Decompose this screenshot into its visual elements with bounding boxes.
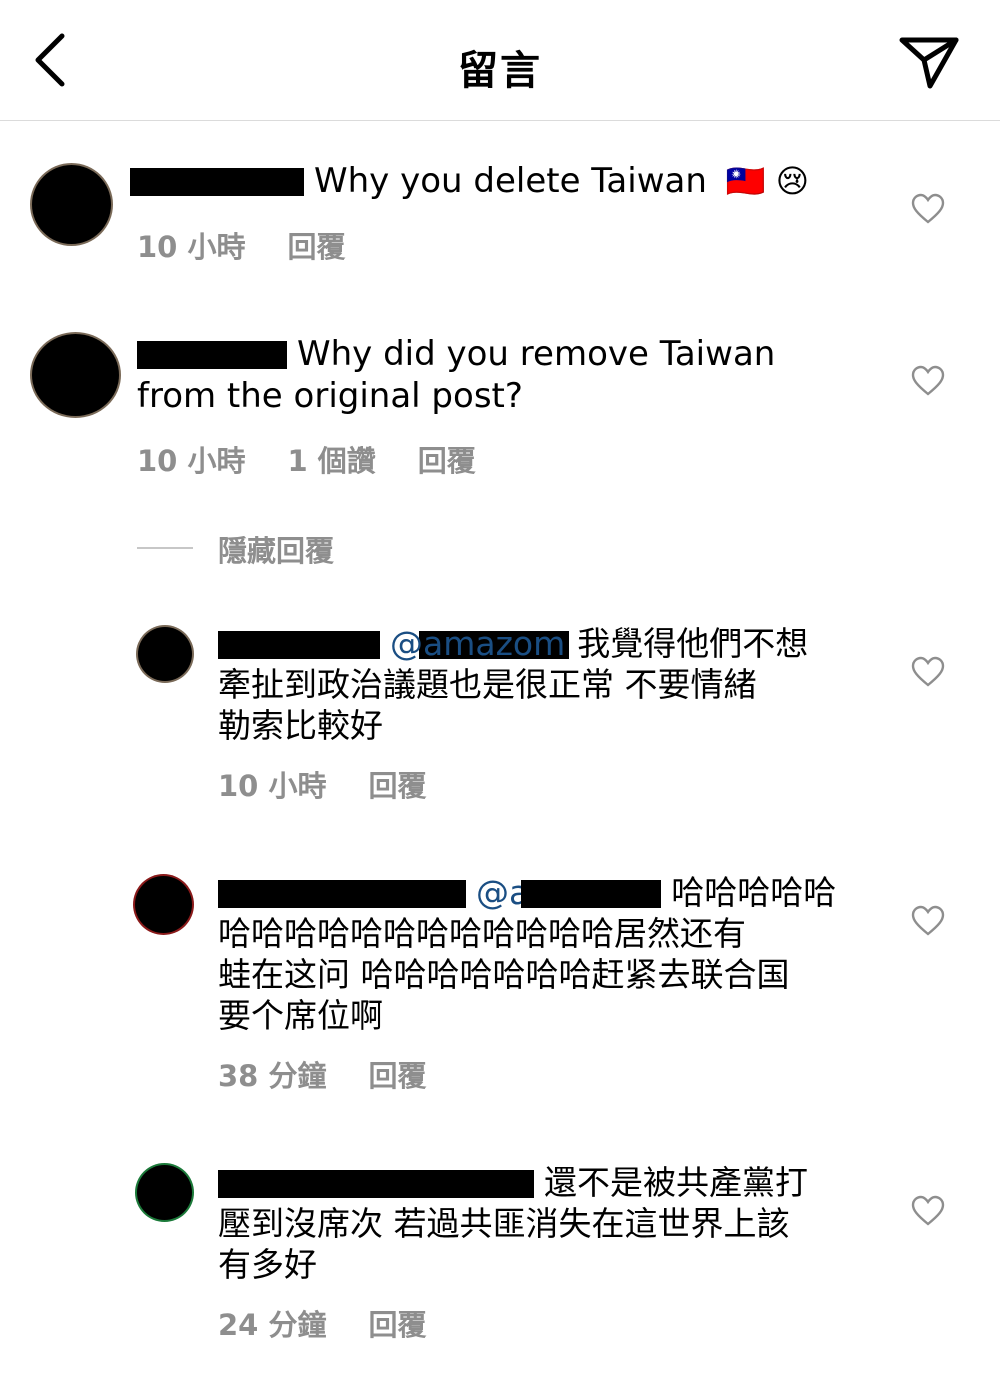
- reply-text: @a 哈哈哈哈哈 哈哈哈哈哈哈哈哈哈哈哈哈居然还有 蛙在这问 哈哈哈哈哈哈哈赶紧去…: [218, 873, 837, 1035]
- reply-meta: 38 分鐘 回覆: [218, 1053, 468, 1095]
- avatar[interactable]: [137, 1165, 192, 1220]
- reply-button[interactable]: 回覆: [368, 1059, 426, 1093]
- flag-and-crying-emoji: 🇹🇼 😢: [725, 162, 810, 200]
- comment-time: 10 小時: [137, 444, 246, 478]
- avatar[interactable]: [135, 876, 192, 933]
- redacted-username: [130, 168, 304, 196]
- reply-button[interactable]: 回覆: [418, 444, 476, 478]
- heart-icon[interactable]: [911, 905, 945, 937]
- reply-time: 38 分鐘: [218, 1059, 327, 1093]
- reply-meta: 24 分鐘 回覆: [218, 1302, 468, 1344]
- comment-text: Why did you remove Taiwan from the origi…: [137, 334, 776, 416]
- avatar[interactable]: [32, 334, 119, 416]
- comment-text: Why you delete Taiwan 🇹🇼 😢: [130, 160, 890, 202]
- share-button[interactable]: [898, 34, 960, 92]
- comment-meta: 10 小時 回覆: [137, 224, 387, 266]
- redacted-username: [137, 341, 287, 369]
- heart-icon[interactable]: [911, 656, 945, 688]
- heart-icon[interactable]: [911, 365, 945, 397]
- heart-icon[interactable]: [911, 193, 945, 225]
- avatar[interactable]: [138, 627, 192, 681]
- reply-button[interactable]: 回覆: [368, 1308, 426, 1342]
- reply-text: 還不是被共產黨打 壓到沒席次 若過共匪消失在這世界上該 有多好: [218, 1163, 808, 1284]
- redacted-username: [218, 880, 466, 908]
- redacted-username: [218, 631, 380, 659]
- comment-time: 10 小時: [137, 230, 246, 264]
- reply-time: 10 小時: [218, 769, 327, 803]
- redacted-username: [218, 1170, 534, 1198]
- hide-replies-button[interactable]: 隱藏回覆: [218, 528, 334, 570]
- comment-meta: 10 小時 1 個讚 回覆: [137, 438, 518, 480]
- redacted-mention: [521, 880, 662, 908]
- divider: [137, 547, 193, 549]
- reply-meta: 10 小時 回覆: [218, 763, 468, 805]
- avatar[interactable]: [32, 165, 111, 244]
- reply-text: @amazom 我覺得他們不想 牽扯到政治議題也是很正常 不要情緒 勒索比較好: [218, 624, 809, 745]
- reply-button[interactable]: 回覆: [287, 230, 345, 264]
- like-count[interactable]: 1 個讚: [287, 444, 375, 478]
- header-bar: 留言: [0, 0, 1000, 121]
- reply-button[interactable]: 回覆: [368, 769, 426, 803]
- heart-icon[interactable]: [911, 1195, 945, 1227]
- reply-time: 24 分鐘: [218, 1308, 327, 1342]
- paper-plane-icon: [899, 37, 959, 89]
- page-title: 留言: [458, 48, 542, 94]
- mention-link[interactable]: @amazom: [390, 624, 565, 663]
